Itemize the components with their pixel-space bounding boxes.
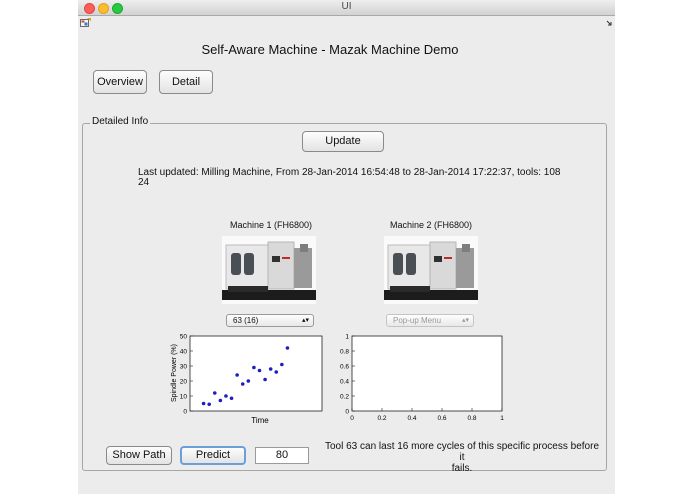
chart-2-ytick-label: 1 [345, 334, 349, 341]
chart-1-point [274, 370, 279, 374]
chart-2-plot-area [351, 335, 503, 412]
chart-2-ytick-label: 0.2 [340, 394, 349, 401]
window-title: UI [341, 1, 352, 12]
chart-2-ytick-label: 0 [345, 409, 349, 416]
machine-1-tool-select[interactable]: 63 (16) ▴▾ [226, 314, 314, 327]
chart-1-point [240, 382, 245, 386]
machine-1-title: Machine 1 (FH6800) [229, 220, 313, 230]
overview-button[interactable]: Overview [93, 70, 147, 94]
chart-1-ytick-label: 30 [180, 364, 188, 371]
prediction-text-line-2: fails. [451, 463, 473, 474]
machine-2-select-value: Pop-up Menu [393, 316, 442, 325]
machine-2-image [384, 236, 478, 304]
chart-2-ytick-label: 0.8 [340, 349, 349, 356]
chart-1-point [207, 402, 211, 407]
chart-1-point [257, 368, 262, 373]
chart-2-ytick-label: 0.4 [340, 379, 349, 386]
update-button[interactable]: Update [302, 131, 384, 152]
spindle-power-chart: 0 10 20 30 40 50 Time Spindle Power (%) [171, 334, 323, 425]
chart-1-point [218, 398, 223, 403]
cycles-input[interactable]: 80 [255, 447, 309, 464]
chart-1-ytick-label: 10 [180, 394, 188, 401]
detail-button[interactable]: Detail [159, 70, 213, 94]
chart-1-point [252, 365, 256, 370]
show-path-button[interactable]: Show Path [106, 446, 172, 465]
chevron-updown-icon: ▴▾ [461, 317, 469, 324]
chart-1-plot-area [189, 335, 323, 412]
machine-2-tool-select[interactable]: Pop-up Menu ▴▾ [386, 314, 474, 327]
figure-edit-icon[interactable] [80, 18, 91, 28]
toolbar-toggle-icon[interactable] [606, 20, 614, 26]
chart-1-point [224, 394, 228, 398]
chart-1-ytick-label: 20 [180, 379, 188, 386]
chart-2-xtick-label: 0.4 [407, 415, 416, 422]
last-updated-text: Last updated: Milling Machine, From 28-J… [138, 167, 561, 178]
chart-1-ytick-label: 40 [180, 349, 188, 356]
chart-2-ytick-label: 0.6 [340, 364, 349, 371]
chart-2-xtick-label: 0 [350, 415, 354, 422]
chart-1-ylabel: Spindle Power (%) [171, 344, 178, 402]
prediction-message: Tool 63 can last 16 more cycles of this … [322, 441, 602, 474]
chart-1-ytick-label: 0 [183, 409, 187, 416]
chevron-updown-icon: ▴▾ [301, 317, 309, 324]
chart-1-point [246, 379, 251, 383]
empty-axes-chart: 0 0.2 0.4 0.6 0.8 1 0 0.2 0.4 0.6 0.8 1 [340, 334, 504, 423]
chart-2-xtick-label: 0.8 [467, 415, 476, 422]
last-updated-text-cont: 24 [138, 177, 150, 188]
prediction-text-line-1: Tool 63 can last 16 more cycles of this … [324, 441, 600, 463]
chart-1-point [263, 377, 267, 382]
chart-1-xlabel: Time [251, 416, 269, 425]
predict-button[interactable]: Predict [180, 446, 246, 465]
chart-1-point [229, 396, 234, 401]
chart-1-ytick-label: 50 [180, 334, 188, 341]
chart-1-point [212, 391, 217, 395]
chart-1-point [285, 346, 290, 350]
chart-1-point [235, 373, 239, 377]
chart-2-xtick-label: 1 [500, 415, 504, 422]
panel-label: Detailed Info [90, 116, 151, 127]
chart-1-point [280, 362, 284, 367]
chart-1-point [201, 401, 206, 406]
chart-2-xtick-label: 0.6 [437, 415, 446, 422]
machine-1-image [222, 236, 316, 304]
machine-1-select-value: 63 (16) [233, 316, 259, 325]
chart-1-point [268, 367, 273, 371]
machine-2-title: Machine 2 (FH6800) [389, 220, 473, 230]
chart-2-xtick-label: 0.2 [377, 415, 386, 422]
page-title: Self-Aware Machine - Mazak Machine Demo [201, 42, 459, 57]
